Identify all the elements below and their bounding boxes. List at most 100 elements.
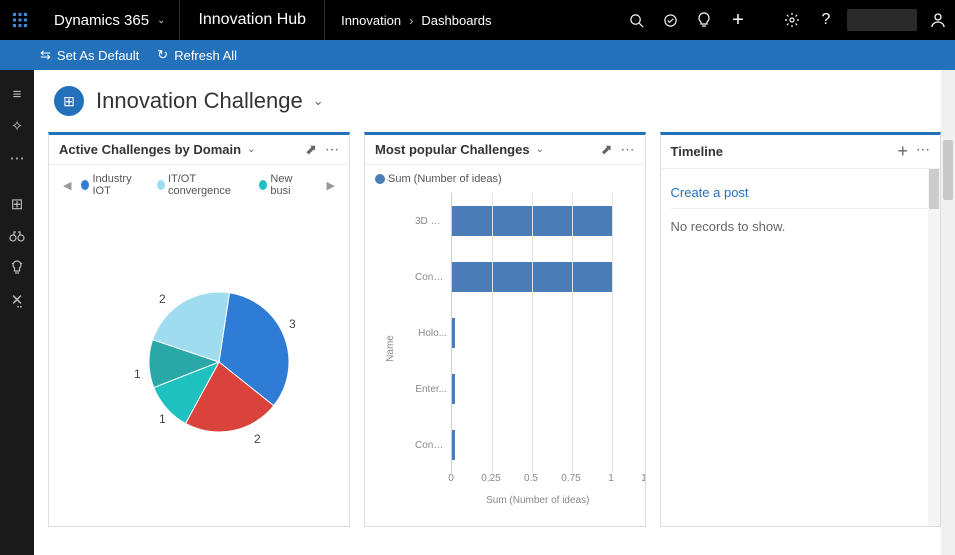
bar-area [451, 193, 625, 249]
pie-data-label: 1 [159, 412, 166, 426]
legend-swatch [81, 180, 89, 190]
menu-toggle-icon[interactable]: ≡ [0, 78, 34, 110]
x-tick: 1 [608, 473, 614, 484]
rail-item-1-icon[interactable]: ✧ [0, 110, 34, 142]
bar-area [451, 305, 625, 361]
bar-category-label: 3D Pri... [415, 216, 451, 227]
bar-area [451, 417, 625, 473]
legend-item[interactable]: IT/OT convergence [157, 173, 243, 197]
bar-category-label: Conn... [415, 272, 451, 283]
user-avatar-icon[interactable] [921, 0, 955, 40]
legend-prev-icon[interactable]: ◀ [59, 179, 75, 192]
pin-icon: ⇆ [40, 47, 51, 63]
pie-data-label: 2 [254, 432, 261, 446]
gear-icon[interactable] [775, 0, 809, 40]
spacer [755, 0, 775, 40]
rail-item-dashboards-icon[interactable]: ⊞ [0, 188, 34, 220]
page-icon: ⊞ [54, 86, 84, 116]
legend-item[interactable]: New busi [259, 173, 306, 197]
more-icon[interactable]: ⋯ [0, 142, 34, 174]
bar-category-label: Enter... [415, 384, 451, 395]
pie-data-label: 2 [159, 292, 166, 306]
rail-item-binoculars-icon[interactable] [0, 220, 34, 252]
more-icon[interactable]: ⋯ [325, 141, 339, 158]
create-post-link[interactable]: Create a post [671, 177, 931, 209]
chevron-down-icon[interactable]: ⌄ [247, 144, 255, 155]
chevron-down-icon: ⌄ [157, 15, 165, 26]
side-rail: ≡ ✧ ⋯ ⊞ ✕̤ [0, 70, 34, 555]
bar-legend: Sum (Number of ideas) [375, 173, 635, 185]
add-icon[interactable]: + [897, 141, 908, 162]
main-content: ⊞ Innovation Challenge ⌄ Active Challeng… [34, 70, 955, 555]
x-axis-label: Sum (Number of ideas) [451, 495, 625, 506]
pie-data-label: 3 [289, 317, 296, 331]
bar-category-label: Holo... [415, 328, 451, 339]
card-title: Timeline [671, 144, 724, 159]
task-icon[interactable] [653, 0, 687, 40]
scrollbar-thumb[interactable] [929, 169, 939, 209]
pie-legend: ◀ Industry IOT IT/OT convergence New bus… [59, 173, 339, 197]
pie-chart: 3 2 1 1 2 [59, 217, 339, 517]
bar [452, 430, 455, 460]
cmd-label: Refresh All [174, 48, 237, 63]
page-scrollbar-track[interactable] [941, 70, 955, 555]
card-popular-challenges: Most popular Challenges ⌄ ⬈ ⋯ Sum (Numbe… [364, 132, 646, 527]
legend-next-icon[interactable]: ▶ [323, 179, 339, 192]
scrollbar-track[interactable] [928, 169, 940, 526]
lightbulb-icon[interactable] [687, 0, 721, 40]
card-title: Active Challenges by Domain [59, 142, 241, 157]
empty-message: No records to show. [671, 219, 931, 234]
set-as-default-button[interactable]: ⇆ Set As Default [40, 47, 139, 63]
page-selector-chevron-icon[interactable]: ⌄ [313, 93, 324, 109]
pie-data-label: 1 [134, 367, 141, 381]
search-icon[interactable] [619, 0, 653, 40]
breadcrumb-item[interactable]: Dashboards [421, 13, 491, 28]
top-nav-bar: Dynamics 365 ⌄ Innovation Hub Innovation… [0, 0, 955, 40]
breadcrumb: Innovation › Dashboards [325, 13, 491, 28]
card-title: Most popular Challenges [375, 142, 530, 157]
add-icon[interactable]: + [721, 0, 755, 40]
legend-item[interactable]: Industry IOT [81, 173, 140, 197]
help-icon[interactable]: ? [809, 0, 843, 40]
product-name: Dynamics 365 [54, 12, 149, 29]
page-header: ⊞ Innovation Challenge ⌄ [34, 70, 955, 132]
breadcrumb-item[interactable]: Innovation [341, 13, 401, 28]
bar-chart: Name 3D Pri...Conn...Holo...Enter...Conn… [415, 193, 625, 493]
legend-swatch [259, 180, 267, 190]
card-active-challenges: Active Challenges by Domain ⌄ ⬈ ⋯ ◀ Indu… [48, 132, 350, 527]
top-tools: + ? [619, 0, 955, 40]
bar [452, 318, 455, 348]
rail-item-lightbulb-icon[interactable] [0, 252, 34, 284]
user-name-redacted [847, 9, 917, 31]
app-launcher-icon[interactable] [0, 0, 40, 40]
chevron-down-icon[interactable]: ⌄ [536, 144, 544, 155]
legend-swatch [375, 174, 385, 184]
refresh-icon: ↻ [157, 47, 168, 63]
page-title: Innovation Challenge [96, 88, 303, 114]
legend-label: Sum (Number of ideas) [388, 173, 502, 185]
x-tick: 1.25 [641, 473, 644, 484]
refresh-all-button[interactable]: ↻ Refresh All [157, 47, 237, 63]
hub-name[interactable]: Innovation Hub [180, 0, 325, 40]
bar-category-label: Conn... [415, 440, 451, 451]
x-tick: 0.25 [481, 473, 500, 484]
rail-item-tools-icon[interactable]: ✕̤ [0, 284, 34, 316]
x-tick: 0.5 [524, 473, 538, 484]
card-timeline: Timeline + ⋯ Create a post No records to… [660, 132, 942, 527]
product-switcher[interactable]: Dynamics 365 ⌄ [40, 0, 180, 40]
bar-area [451, 249, 625, 305]
more-icon[interactable]: ⋯ [916, 141, 930, 162]
cmd-label: Set As Default [57, 48, 139, 63]
legend-swatch [157, 180, 165, 190]
bar-area [451, 361, 625, 417]
chevron-right-icon: › [409, 13, 413, 28]
expand-icon[interactable]: ⬈ [305, 141, 317, 158]
x-tick: 0 [448, 473, 454, 484]
x-tick: 0.75 [561, 473, 580, 484]
expand-icon[interactable]: ⬈ [601, 141, 613, 158]
command-bar: ⇆ Set As Default ↻ Refresh All [0, 40, 955, 70]
page-scrollbar-thumb[interactable] [943, 140, 953, 200]
y-axis-label: Name [385, 335, 396, 362]
more-icon[interactable]: ⋯ [621, 141, 635, 158]
bar [452, 374, 455, 404]
